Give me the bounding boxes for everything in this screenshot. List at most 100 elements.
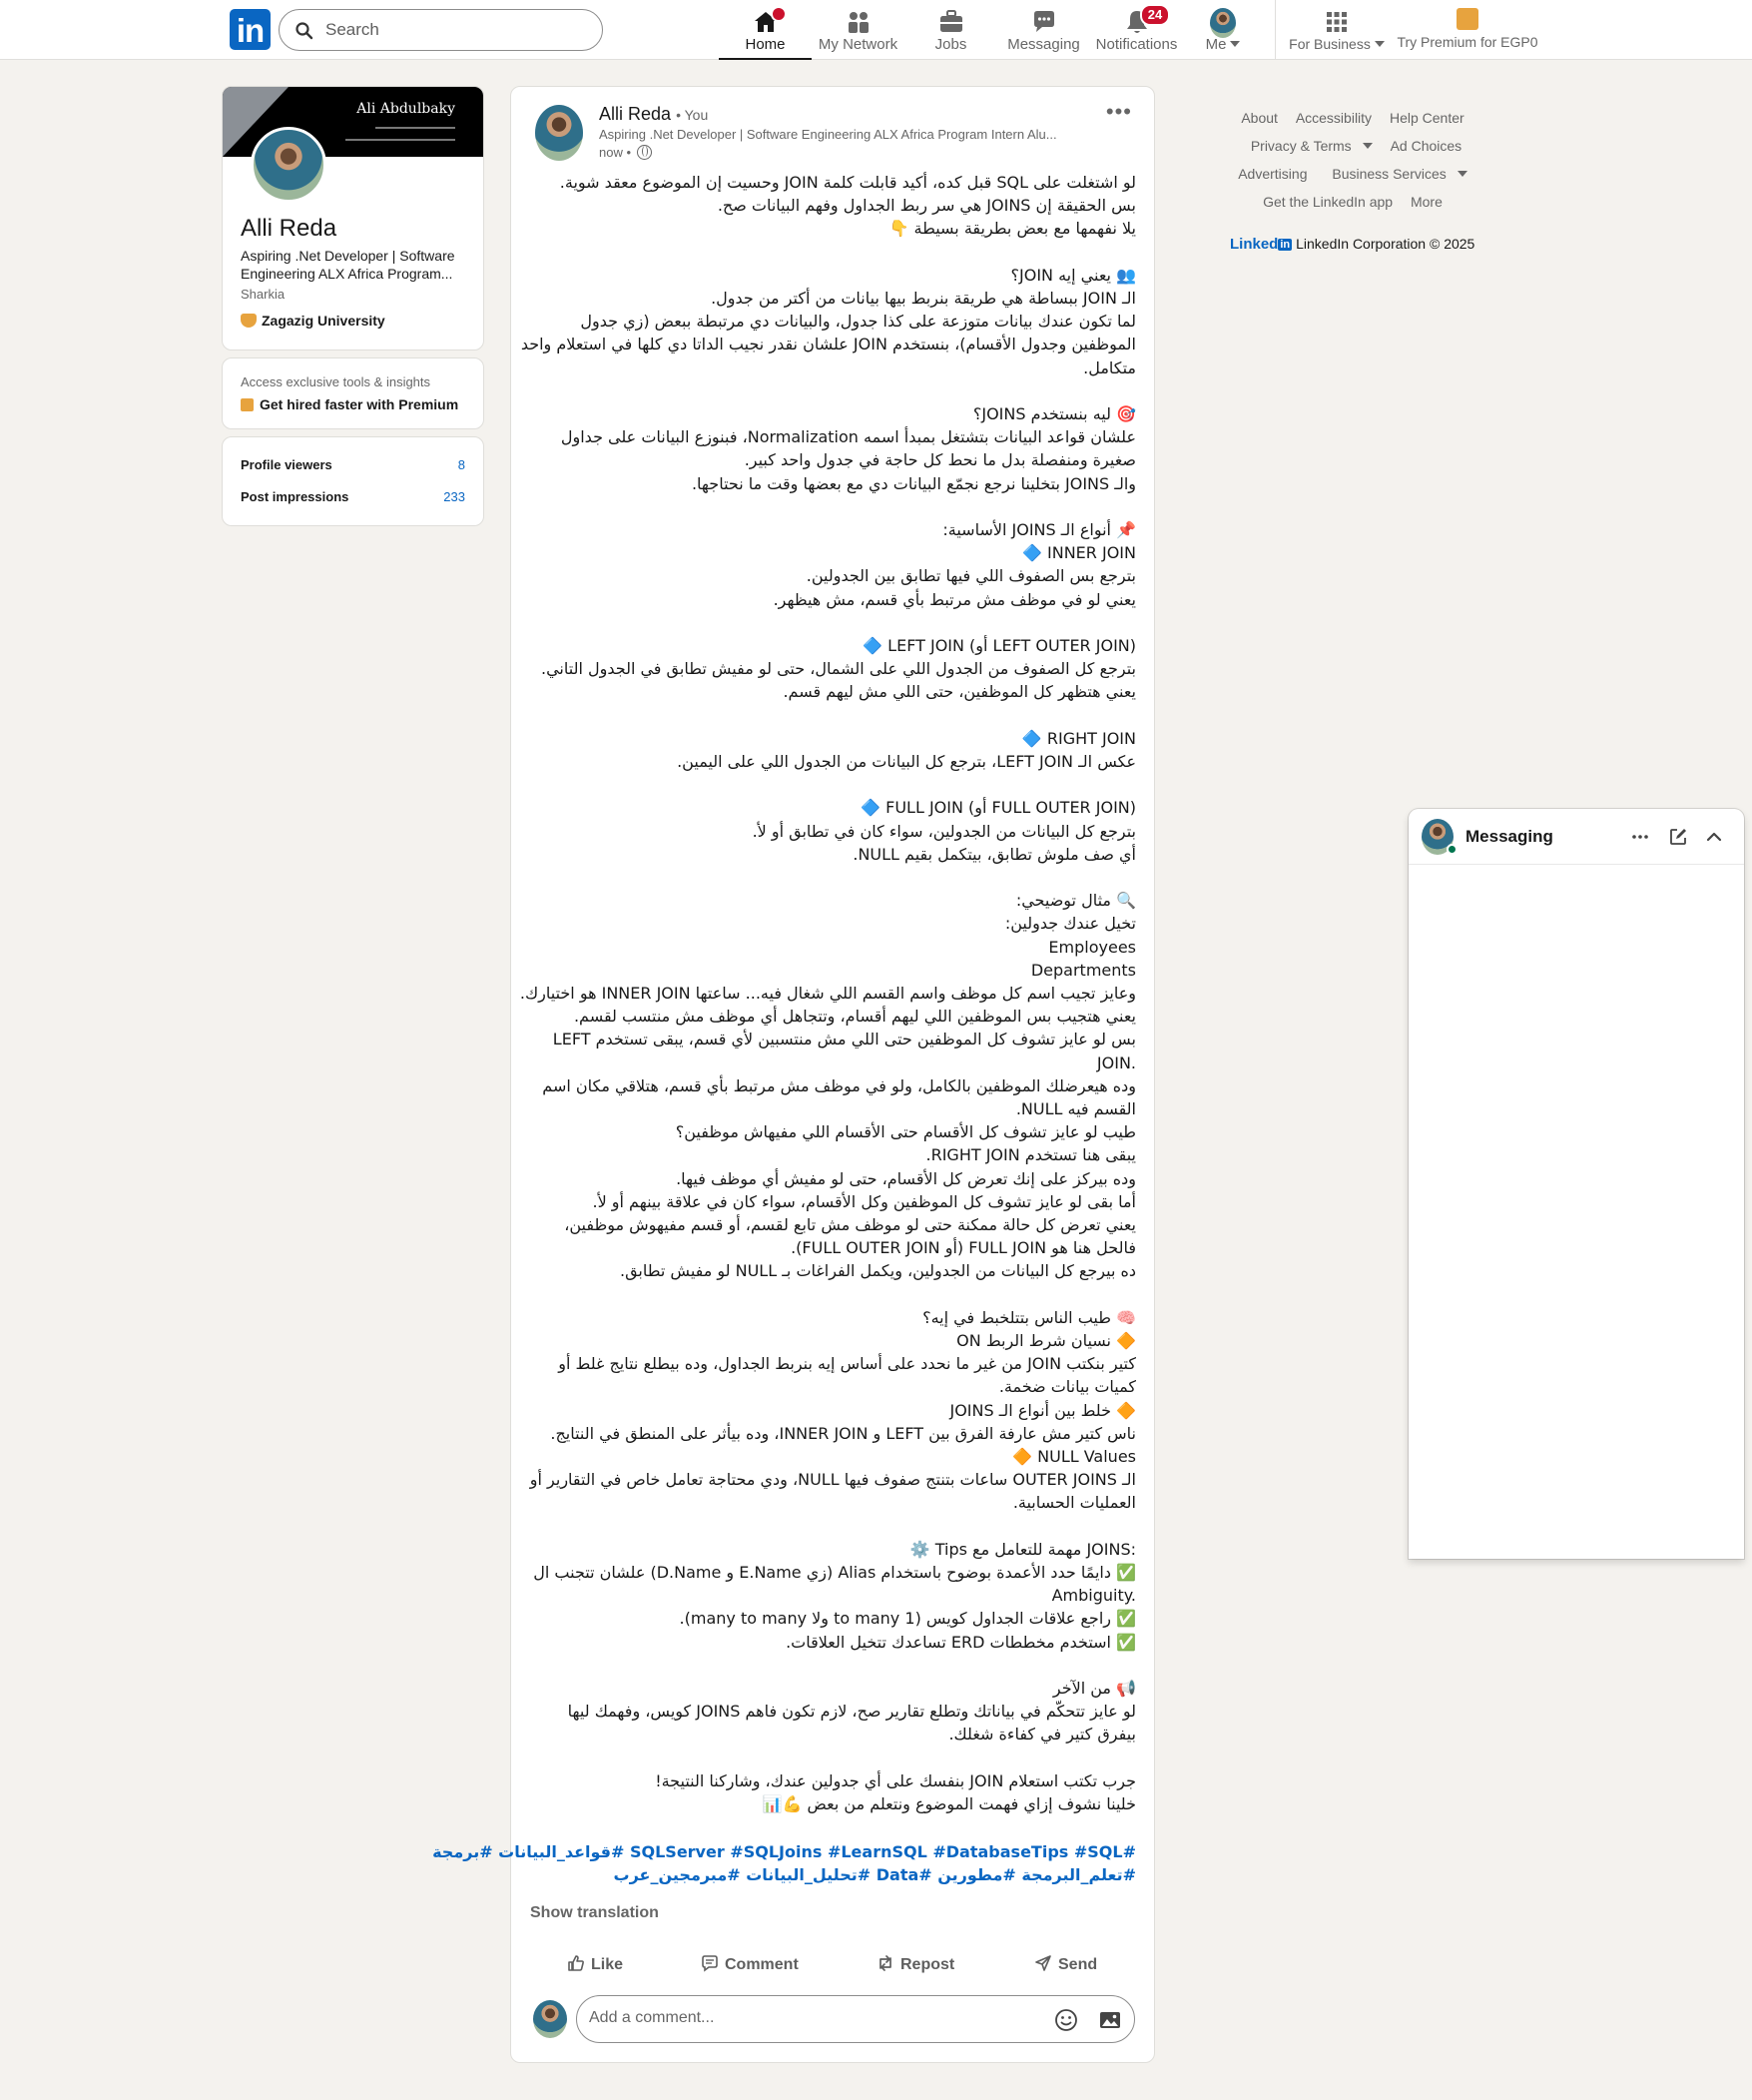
post-text-line: علشان قواعد البيانات بتشتغل بمبدأ اسمه N… — [560, 427, 1136, 447]
send-button[interactable]: Send — [1034, 1954, 1097, 1974]
post-text-line: صغيرة ومنفصلة بدل ما نحط كل حاجة في جدول… — [744, 450, 1136, 470]
footer-row: Advertising Business Services — [1178, 166, 1527, 182]
post-text-line: فالحل هنا هو FULL JOIN (أو FULL OUTER JO… — [791, 1238, 1136, 1258]
post-impressions-row[interactable]: Post impressions 233 — [241, 489, 465, 504]
university-label: Zagazig University — [262, 313, 385, 329]
footer-link-accessibility[interactable]: Accessibility — [1296, 110, 1372, 126]
post-text-line: 🔷 LEFT JOIN (أو LEFT OUTER JOIN) — [863, 636, 1136, 655]
post-text-line: لو عايز تتحكّم في بياناتك وتطلع تقارير ص… — [567, 1702, 1136, 1722]
stats-card: Profile viewers 8 Post impressions 233 — [222, 436, 484, 526]
search-icon — [295, 22, 313, 40]
show-translation-link[interactable]: Show translation — [530, 1904, 659, 1922]
profile-university[interactable]: Zagazig University — [241, 313, 385, 329]
post-text-line: والـ JOINS بتخلينا نرجع نجمّع البيانات د… — [691, 473, 1136, 493]
nav-my-network[interactable]: My Network — [812, 0, 904, 60]
footer-link-help-center[interactable]: Help Center — [1390, 110, 1464, 126]
author-line: Alli Reda • You — [599, 104, 708, 125]
footer-link-more[interactable]: More — [1411, 194, 1443, 210]
search-input[interactable] — [325, 18, 585, 42]
messaging-header[interactable]: Messaging — [1409, 809, 1744, 865]
more-options-icon[interactable] — [1630, 827, 1650, 847]
post-text-line: 🔷 FULL JOIN (أو FULL OUTER JOIN) — [861, 798, 1136, 818]
post-text-line: 🔷 INNER JOIN — [1022, 543, 1136, 563]
post-card: Alli Reda • You Aspiring .Net Developer … — [432, 86, 1156, 2063]
post-text-line: 📌 أنواع الـ JOINS الأساسية: — [942, 520, 1136, 539]
post-text-line: يعني لو في موظف مش مرتبط بأي قسم، مش هيظ… — [773, 589, 1136, 609]
nav-label: Home — [745, 36, 786, 53]
comment-input[interactable] — [589, 2009, 1028, 2027]
nav-try-premium[interactable]: Try Premium for EGP0 — [1393, 0, 1542, 60]
messaging-title[interactable]: Messaging — [1465, 827, 1553, 847]
home-dot-badge — [771, 6, 787, 22]
author-avatar[interactable] — [535, 105, 583, 161]
post-text-line: بترجع بس الصفوف اللي فيها تطابق بين الجد… — [806, 566, 1136, 586]
post-text-line: 🔶 خلط بين أنواع الـ JOINS — [949, 1400, 1136, 1420]
profile-viewers-row[interactable]: Profile viewers 8 — [241, 457, 465, 472]
banner-name: Ali Abdulbaky — [356, 101, 455, 117]
profile-location: Sharkia — [241, 287, 286, 302]
premium-card[interactable]: Access exclusive tools & insights Get hi… — [222, 357, 484, 429]
footer-link-about[interactable]: About — [1241, 110, 1278, 126]
nav-notifications[interactable]: 24 Notifications — [1090, 0, 1183, 60]
post-time: now • — [599, 145, 652, 160]
comment-button[interactable]: Comment — [701, 1954, 799, 1974]
footer-link-advertising[interactable]: Advertising — [1238, 166, 1307, 182]
profile-avatar[interactable] — [251, 127, 326, 203]
nav-me[interactable]: Me — [1183, 0, 1263, 60]
search-box[interactable] — [279, 9, 603, 51]
post-text-line: يعني تعرض كل حالة ممكنة حتى لو موظف مش ت… — [564, 1215, 1136, 1235]
nav-label: For Business — [1289, 36, 1371, 52]
premium-cta[interactable]: Get hired faster with Premium — [241, 396, 458, 412]
hashtag-line[interactable]: #SQLServer #SQLJoins #LearnSQL #Database… — [432, 1840, 1136, 1863]
send-label: Send — [1058, 1956, 1098, 1973]
post-text-line: متكامل. — [1083, 357, 1136, 377]
nav-jobs[interactable]: Jobs — [904, 0, 997, 60]
like-button[interactable]: Like — [567, 1954, 623, 1974]
post-body: لو اشتغلت على SQL قبل كده، أكيد قابلت كل… — [520, 171, 1136, 1815]
post-text-line: بس لو عايز تشوف كل الموظفين حتى اللي مش … — [552, 1030, 1136, 1050]
post-impressions-label: Post impressions — [241, 489, 349, 504]
post-text-line: الـ JOIN ببساطة هي طريقة بنربط بيها بيان… — [711, 289, 1136, 308]
profile-name[interactable]: Alli Reda — [241, 215, 336, 243]
post-text-line: بترجع كل الصفوف من الجدول اللي على الشما… — [541, 659, 1136, 679]
post-text-line — [531, 773, 1136, 796]
me-label-wrap: Me — [1183, 36, 1263, 53]
post-text-line: تخيل عندك جدولين: — [1004, 914, 1136, 934]
hashtag-line[interactable]: #تعلم_البرمجة #مطورين #Data #تحليل_البيا… — [531, 1863, 1136, 1886]
repost-button[interactable]: Repost — [876, 1954, 954, 1974]
grid-icon — [1327, 12, 1347, 32]
nav-home[interactable]: Home — [719, 0, 812, 60]
post-actions: Like Comment Repost Send — [511, 1942, 1156, 1992]
linkedin-logo[interactable]: in — [230, 9, 271, 50]
chevron-up-icon[interactable] — [1704, 827, 1724, 847]
author-name[interactable]: Alli Reda — [599, 104, 671, 124]
footer-link-privacy[interactable]: Privacy & Terms — [1244, 138, 1373, 154]
footer-row: Get the LinkedIn app More — [1178, 194, 1527, 210]
post-text-line: 🔷 RIGHT JOIN — [1021, 728, 1136, 748]
image-icon[interactable] — [1098, 2008, 1122, 2032]
footer-row: Privacy & Terms Ad Choices — [1178, 138, 1527, 154]
post-text-line — [531, 495, 1136, 518]
emoji-icon[interactable] — [1054, 2008, 1078, 2032]
wordmark-text: Linked — [1230, 236, 1279, 253]
footer-link-get-app[interactable]: Get the LinkedIn app — [1263, 194, 1393, 210]
chevron-down-icon — [1230, 41, 1241, 47]
post-text-line: يلا نفهمها مع بعض بطريقة بسيطة 👇 — [888, 219, 1136, 239]
nav-messaging[interactable]: Messaging — [997, 0, 1090, 60]
post-text-line: يبقى هنا تستخدم RIGHT JOIN. — [925, 1145, 1136, 1165]
footer-link-business-services[interactable]: Business Services — [1325, 166, 1467, 182]
post-text-line: لو اشتغلت على SQL قبل كده، أكيد قابلت كل… — [559, 173, 1136, 192]
comment-box[interactable] — [576, 1995, 1135, 2043]
compose-icon[interactable] — [1668, 827, 1688, 847]
nav-for-business[interactable]: For Business — [1283, 0, 1391, 60]
repost-label: Repost — [900, 1956, 955, 1973]
more-options-icon[interactable]: ••• — [1106, 99, 1132, 125]
university-icon — [241, 314, 257, 328]
online-status-dot — [1447, 844, 1458, 855]
chevron-down-icon — [1362, 143, 1373, 149]
post-text-line: 📢 من الآخر — [1052, 1679, 1136, 1699]
post-text-line — [531, 241, 1136, 264]
profile-card: Ali Abdulbaky Alli Reda Aspiring .Net De… — [222, 86, 484, 350]
post-text-line: Employees — [1048, 937, 1136, 957]
footer-link-ad-choices[interactable]: Ad Choices — [1391, 138, 1462, 154]
